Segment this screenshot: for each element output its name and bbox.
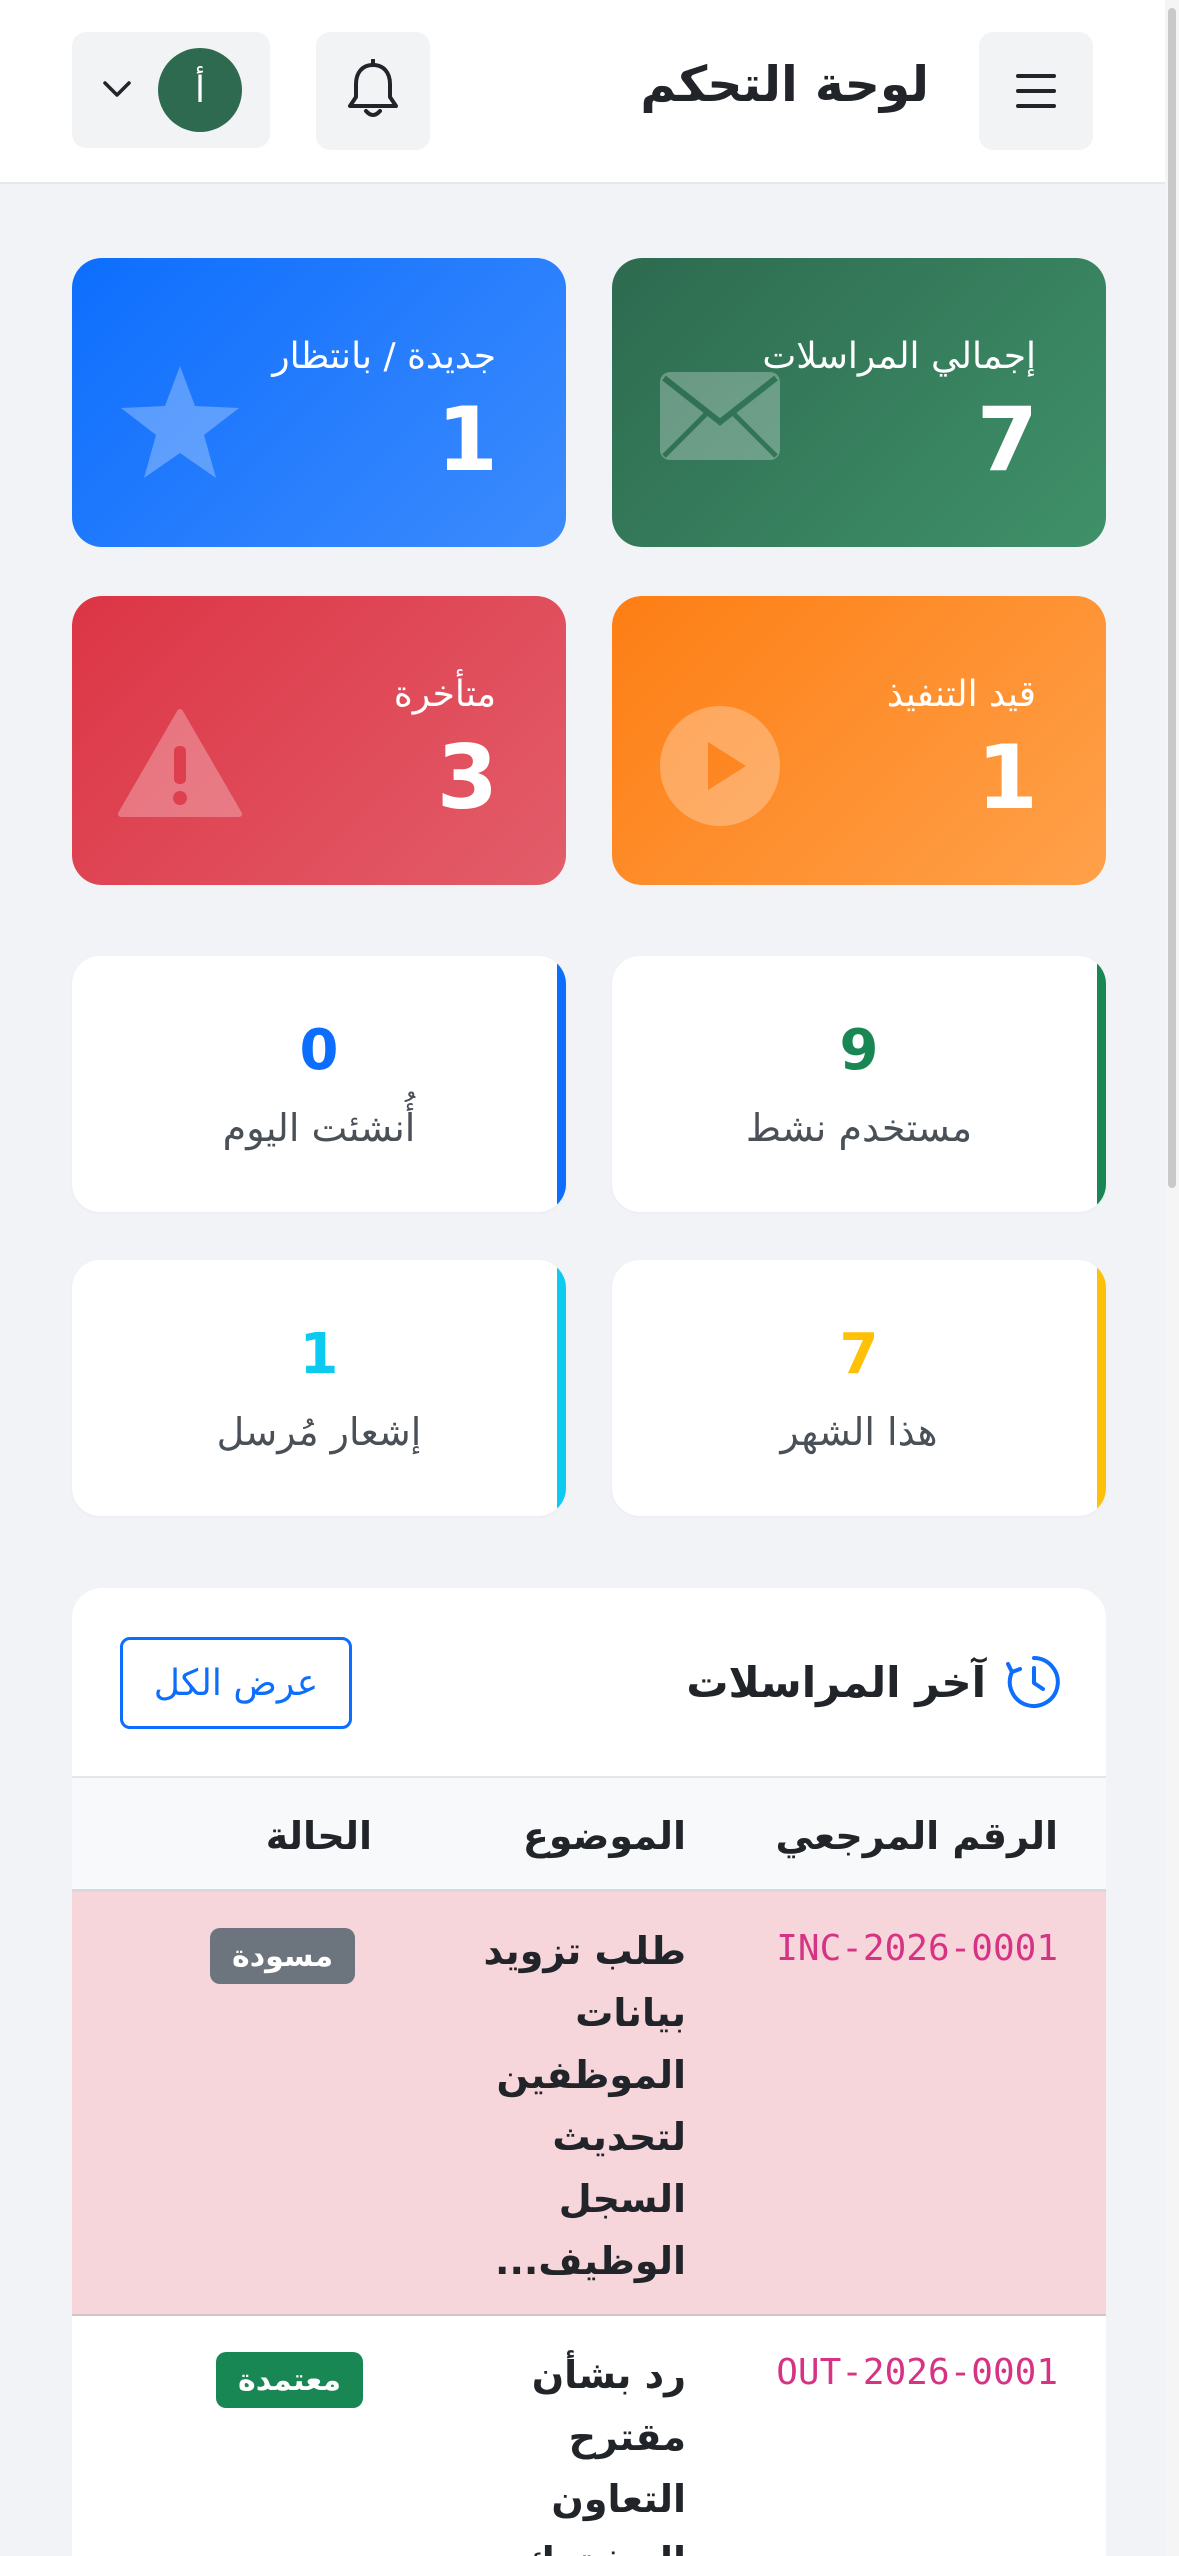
stat-value: 7 xyxy=(976,388,1038,491)
latest-correspondence-panel: آخر المراسلات عرض الكل الرقم المرجعي الم… xyxy=(72,1588,1106,2556)
notifications-button[interactable] xyxy=(316,32,430,150)
stat-value: 3 xyxy=(436,726,498,829)
clock-icon xyxy=(1006,1656,1060,1708)
stat-label: مستخدم نشط xyxy=(745,1106,973,1150)
user-menu-button[interactable]: أ xyxy=(72,32,270,148)
top-header: لوحة التحكم أ xyxy=(0,0,1165,184)
column-header-subject: الموضوع xyxy=(522,1814,686,1858)
reference-number[interactable]: INC-2026-0001 xyxy=(776,1928,1058,1969)
panel-title: آخر المراسلات xyxy=(686,1658,986,1707)
stat-card-this-month[interactable]: 7 هذا الشهر xyxy=(612,1260,1106,1516)
stat-label: متأخرة xyxy=(393,674,496,715)
stat-card-active-users[interactable]: 9 مستخدم نشط xyxy=(612,956,1106,1212)
card-accent xyxy=(1097,1260,1106,1516)
subject-text: رد بشأن مقترح التعاون المشترك xyxy=(521,2353,686,2556)
column-header-reference: الرقم المرجعي xyxy=(775,1814,1058,1858)
menu-toggle-button[interactable] xyxy=(979,32,1093,150)
panel-header: آخر المراسلات عرض الكل xyxy=(72,1588,1106,1778)
stat-card-new[interactable]: جديدة / بانتظار 1 xyxy=(72,258,566,547)
stat-value: 7 xyxy=(839,1322,879,1387)
stat-value: 1 xyxy=(436,388,498,491)
avatar: أ xyxy=(158,48,242,132)
stat-card-total[interactable]: إجمالي المراسلات 7 xyxy=(612,258,1106,547)
card-accent xyxy=(557,956,566,1212)
stat-card-in-progress[interactable]: قيد التنفيذ 1 xyxy=(612,596,1106,885)
card-accent xyxy=(557,1260,566,1516)
reference-number[interactable]: OUT-2026-0001 xyxy=(776,2352,1058,2393)
stat-label: هذا الشهر xyxy=(780,1410,938,1454)
subject-text: طلب تزويد بيانات الموظفين لتحديث السجل ا… xyxy=(483,1929,686,2283)
stat-label: إشعار مُرسل xyxy=(216,1410,422,1454)
stat-label: جديدة / بانتظار xyxy=(272,336,496,377)
star-icon xyxy=(121,366,239,478)
table-row[interactable]: INC-2026-0001 طلب تزويد بيانات الموظفين … xyxy=(72,1892,1106,2316)
stat-value: 9 xyxy=(839,1018,879,1083)
hamburger-icon xyxy=(1016,74,1056,108)
scrollbar-thumb[interactable] xyxy=(1168,8,1176,1188)
stat-value: 1 xyxy=(299,1322,339,1387)
column-header-status: الحالة xyxy=(265,1814,372,1858)
stat-value: 0 xyxy=(299,1018,339,1083)
bell-icon xyxy=(348,59,398,117)
table-row[interactable]: OUT-2026-0001 رد بشأن مقترح التعاون المش… xyxy=(72,2316,1106,2556)
chevron-down-icon xyxy=(103,81,131,97)
warning-icon xyxy=(118,709,242,817)
page-scrollbar[interactable] xyxy=(1165,0,1179,2556)
envelope-icon xyxy=(660,372,780,460)
play-icon xyxy=(660,706,780,826)
status-badge: معتمدة xyxy=(216,2352,363,2408)
status-badge: مسودة xyxy=(210,1928,356,1984)
table-header: الرقم المرجعي الموضوع الحالة xyxy=(72,1778,1106,1892)
page-title: لوحة التحكم xyxy=(640,56,929,113)
stat-label: قيد التنفيذ xyxy=(886,674,1036,715)
stat-card-overdue[interactable]: متأخرة 3 xyxy=(72,596,566,885)
stat-label: أُنشئت اليوم xyxy=(222,1106,416,1150)
view-all-button[interactable]: عرض الكل xyxy=(120,1637,352,1729)
stat-card-created-today[interactable]: 0 أُنشئت اليوم xyxy=(72,956,566,1212)
stat-label: إجمالي المراسلات xyxy=(762,336,1036,377)
stat-value: 1 xyxy=(976,726,1038,829)
card-accent xyxy=(1097,956,1106,1212)
stat-card-notifications-sent[interactable]: 1 إشعار مُرسل xyxy=(72,1260,566,1516)
